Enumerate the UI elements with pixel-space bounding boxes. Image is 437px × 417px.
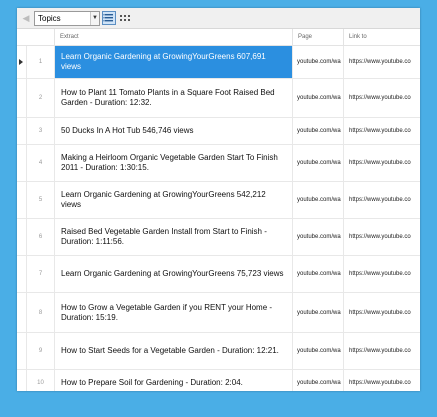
link-cell[interactable]: https://www.youtube.co [344, 256, 420, 292]
header-extract[interactable]: Extract [55, 29, 293, 45]
link-cell[interactable]: https://www.youtube.co [344, 219, 420, 255]
table-row[interactable]: 8 How to Grow a Vegetable Garden if you … [17, 293, 420, 333]
extract-cell[interactable]: Learn Organic Gardening at GrowingYourGr… [55, 46, 293, 78]
row-number: 10 [27, 370, 55, 391]
page-cell[interactable]: youtube.com/wa [293, 219, 344, 255]
page-cell[interactable]: youtube.com/wa [293, 79, 344, 117]
row-number: 4 [27, 145, 55, 181]
link-cell[interactable]: https://www.youtube.co [344, 118, 420, 144]
page-cell[interactable]: youtube.com/wa [293, 333, 344, 369]
table-row[interactable]: 6 Raised Bed Vegetable Garden Install fr… [17, 219, 420, 256]
table-row[interactable]: 5 Learn Organic Gardening at GrowingYour… [17, 182, 420, 219]
table-row[interactable]: 7 Learn Organic Gardening at GrowingYour… [17, 256, 420, 293]
header-row-number [17, 29, 55, 45]
page-cell[interactable]: youtube.com/wa [293, 370, 344, 391]
results-table: Extract Page Link to 1 Learn Organic Gar… [17, 29, 420, 391]
header-link[interactable]: Link to [344, 29, 420, 45]
row-number: 3 [27, 118, 55, 144]
row-indicator [17, 145, 27, 181]
row-indicator [17, 182, 27, 218]
table-row[interactable]: 10 How to Prepare Soil for Gardening - D… [17, 370, 420, 391]
row-pointer-icon [19, 59, 23, 65]
page-cell[interactable]: youtube.com/wa [293, 256, 344, 292]
extract-cell[interactable]: Raised Bed Vegetable Garden Install from… [55, 219, 293, 255]
extract-cell[interactable]: Learn Organic Gardening at GrowingYourGr… [55, 256, 293, 292]
link-cell[interactable]: https://www.youtube.co [344, 79, 420, 117]
extract-cell[interactable]: Learn Organic Gardening at GrowingYourGr… [55, 182, 293, 218]
topics-dropdown[interactable]: Topics ▼ [34, 11, 100, 26]
row-indicator [17, 370, 27, 391]
table-row[interactable]: 3 50 Ducks In A Hot Tub 546,746 views yo… [17, 118, 420, 145]
dropdown-value: Topics [38, 14, 61, 23]
extract-cell[interactable]: How to Start Seeds for a Vegetable Garde… [55, 333, 293, 369]
page-cell[interactable]: youtube.com/wa [293, 145, 344, 181]
link-cell[interactable]: https://www.youtube.co [344, 293, 420, 332]
chevron-left-icon[interactable]: ◀ [20, 11, 32, 25]
table-row[interactable]: 4 Making a Heirloom Organic Vegetable Ga… [17, 145, 420, 182]
page-cell[interactable]: youtube.com/wa [293, 118, 344, 144]
table-row[interactable]: 1 Learn Organic Gardening at GrowingYour… [17, 46, 420, 79]
row-indicator [17, 293, 27, 332]
extract-cell[interactable]: How to Plant 11 Tomato Plants in a Squar… [55, 79, 293, 117]
row-indicator [17, 256, 27, 292]
row-number: 5 [27, 182, 55, 218]
row-number: 1 [27, 46, 55, 78]
row-indicator [17, 79, 27, 117]
page-cell[interactable]: youtube.com/wa [293, 182, 344, 218]
table-row[interactable]: 2 How to Plant 11 Tomato Plants in a Squ… [17, 79, 420, 118]
header-page[interactable]: Page [293, 29, 344, 45]
link-cell[interactable]: https://www.youtube.co [344, 46, 420, 78]
extract-cell[interactable]: How to Grow a Vegetable Garden if you RE… [55, 293, 293, 332]
chevron-down-icon[interactable]: ▼ [90, 12, 99, 25]
extract-cell[interactable]: 50 Ducks In A Hot Tub 546,746 views [55, 118, 293, 144]
row-number: 2 [27, 79, 55, 117]
page-cell[interactable]: youtube.com/wa [293, 46, 344, 78]
page-cell[interactable]: youtube.com/wa [293, 293, 344, 332]
row-indicator [17, 46, 27, 78]
extract-cell[interactable]: How to Prepare Soil for Gardening - Dura… [55, 370, 293, 391]
link-cell[interactable]: https://www.youtube.co [344, 182, 420, 218]
toolbar: ◀ Topics ▼ [17, 8, 420, 29]
grid-view-icon[interactable] [118, 11, 132, 25]
table-row[interactable]: 9 How to Start Seeds for a Vegetable Gar… [17, 333, 420, 370]
row-indicator [17, 333, 27, 369]
row-indicator [17, 219, 27, 255]
list-view-icon[interactable] [102, 11, 116, 25]
link-cell[interactable]: https://www.youtube.co [344, 370, 420, 391]
table-header: Extract Page Link to [17, 29, 420, 46]
link-cell[interactable]: https://www.youtube.co [344, 333, 420, 369]
row-number: 6 [27, 219, 55, 255]
link-cell[interactable]: https://www.youtube.co [344, 145, 420, 181]
data-panel: ◀ Topics ▼ Extract Page Link to 1 Learn … [17, 8, 420, 391]
row-indicator [17, 118, 27, 144]
row-number: 7 [27, 256, 55, 292]
row-number: 9 [27, 333, 55, 369]
row-number: 8 [27, 293, 55, 332]
extract-cell[interactable]: Making a Heirloom Organic Vegetable Gard… [55, 145, 293, 181]
